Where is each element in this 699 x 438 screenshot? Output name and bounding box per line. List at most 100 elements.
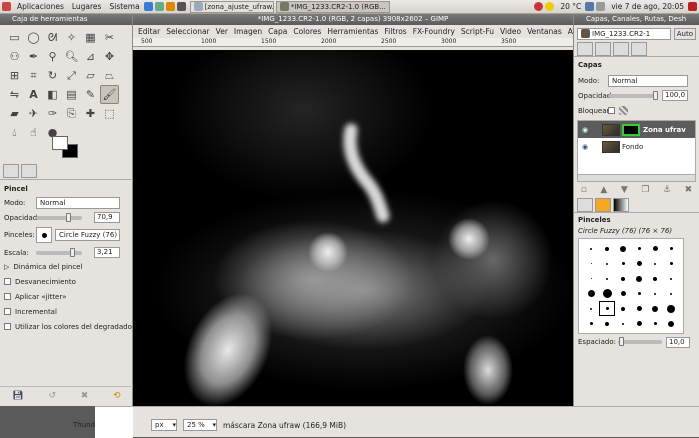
brush-name-field[interactable]: Circle Fuzzy (76): [55, 229, 120, 241]
tab-brushes[interactable]: [577, 198, 593, 212]
menu-editar[interactable]: Editar: [135, 27, 163, 36]
check-gradient[interactable]: [4, 323, 11, 330]
measure-icon[interactable]: ⊿: [81, 47, 100, 66]
brush-thumb[interactable]: [583, 256, 599, 271]
eye-icon[interactable]: ◉: [582, 143, 594, 151]
opacity-spin[interactable]: 70,9: [94, 212, 120, 223]
layer-thumbnail[interactable]: [602, 140, 620, 153]
perspective-icon[interactable]: ⏢: [100, 66, 119, 85]
spacing-spin[interactable]: 10,0: [666, 336, 690, 348]
foreground-select-icon[interactable]: ⚇: [5, 47, 24, 66]
check-jitter[interactable]: [4, 293, 11, 300]
brush-thumb[interactable]: [583, 316, 599, 331]
image-canvas[interactable]: [133, 50, 573, 406]
brush-thumb[interactable]: [663, 286, 679, 301]
brush-thumb[interactable]: [599, 301, 615, 316]
save-options-icon[interactable]: 💾︎: [12, 391, 23, 401]
fuzzy-select-icon[interactable]: ✧: [62, 28, 81, 47]
brush-thumb[interactable]: [615, 241, 631, 256]
layer-row-zona-ufraw[interactable]: ◉ Zona ufrav: [578, 121, 695, 138]
brush-thumb[interactable]: [647, 271, 663, 286]
zoom-select[interactable]: 25 % ▾: [183, 419, 217, 431]
lower-layer-icon[interactable]: ▼: [621, 185, 628, 195]
delete-layer-icon[interactable]: ✖: [685, 185, 693, 195]
menu-filtros[interactable]: Filtros: [381, 27, 409, 36]
brush-thumb[interactable]: [647, 301, 663, 316]
pencil-icon[interactable]: ✎: [81, 85, 100, 104]
new-layer-icon[interactable]: ▫: [581, 185, 587, 195]
zoom-icon[interactable]: 🔍︎: [62, 47, 81, 66]
brush-thumb[interactable]: [599, 316, 615, 331]
brush-thumb[interactable]: [615, 256, 631, 271]
network-icon[interactable]: [585, 2, 595, 11]
eye-icon[interactable]: ◉: [582, 126, 594, 134]
ellipse-select-icon[interactable]: ◯: [24, 28, 43, 47]
clock[interactable]: vie 7 de ago, 20:05: [607, 2, 688, 11]
menu-video[interactable]: Video: [497, 27, 524, 36]
text-tool-icon[interactable]: A: [24, 85, 43, 104]
opacity-slider[interactable]: [36, 212, 82, 222]
brush-thumb[interactable]: [583, 286, 599, 301]
tab-channels[interactable]: [595, 42, 611, 56]
reset-options-icon[interactable]: ⟲: [113, 391, 121, 401]
color-select-icon[interactable]: ▦: [81, 28, 100, 47]
brush-thumb[interactable]: [647, 286, 663, 301]
duplicate-layer-icon[interactable]: ❐: [641, 185, 649, 195]
weather-temp[interactable]: 20 °C: [556, 2, 585, 11]
slider-handle[interactable]: [653, 90, 658, 100]
tab-undo[interactable]: [631, 42, 647, 56]
brush-thumb[interactable]: [615, 316, 631, 331]
layer-opacity-spin[interactable]: 100,0: [662, 90, 688, 101]
layer-name[interactable]: Fondo: [622, 143, 643, 151]
menu-sistema[interactable]: Sistema: [105, 2, 143, 11]
lock-alpha-check[interactable]: [608, 107, 615, 114]
expander-arrow-icon[interactable]: ▷: [4, 263, 9, 271]
menu-script-fu[interactable]: Script-Fu: [458, 27, 497, 36]
flip-icon[interactable]: ⇋: [5, 85, 24, 104]
rect-select-icon[interactable]: ▭: [5, 28, 24, 47]
anchor-layer-icon[interactable]: ⚓︎: [663, 185, 671, 195]
slider-handle[interactable]: [619, 337, 625, 346]
brush-grid[interactable]: [578, 238, 684, 334]
menu-imagen[interactable]: Imagen: [231, 27, 265, 36]
tab-paths[interactable]: [613, 42, 629, 56]
layer-row-fondo[interactable]: ◉ Fondo: [578, 138, 695, 155]
unit-select[interactable]: px ▾: [151, 419, 177, 431]
check-jitter-label[interactable]: Aplicar «jitter»: [15, 293, 67, 301]
horizontal-ruler[interactable]: 500 1000 1500 2000 2500 3000 3500: [133, 38, 573, 47]
brush-thumb[interactable]: [615, 301, 631, 316]
menu-ver[interactable]: Ver: [213, 27, 231, 36]
clone-icon[interactable]: ⎘: [62, 104, 81, 123]
tab-device-status[interactable]: [21, 164, 37, 178]
brush-thumb[interactable]: [663, 271, 679, 286]
brush-thumb[interactable]: [599, 241, 615, 256]
layer-thumbnail[interactable]: [602, 123, 620, 136]
perspective-clone-icon[interactable]: ⬚: [100, 104, 119, 123]
heal-icon[interactable]: ✚: [81, 104, 100, 123]
paths-icon[interactable]: ✒: [24, 47, 43, 66]
tab-tool-options[interactable]: [3, 164, 19, 178]
spacing-slider[interactable]: [618, 337, 662, 346]
color-swatches[interactable]: [52, 136, 80, 158]
blend-icon[interactable]: ▤: [62, 85, 81, 104]
layer-list[interactable]: ◉ Zona ufrav ◉ Fondo: [577, 120, 696, 182]
check-fade[interactable]: [4, 278, 11, 285]
menu-aplicaciones[interactable]: Aplicaciones: [13, 2, 68, 11]
blur-icon[interactable]: 💧︎: [5, 123, 24, 142]
raise-layer-icon[interactable]: ▲: [600, 185, 607, 195]
browser-launcher-icon[interactable]: [143, 2, 153, 11]
brush-thumb[interactable]: [615, 271, 631, 286]
brush-preview-button[interactable]: [36, 227, 52, 243]
brush-thumb[interactable]: [647, 241, 663, 256]
taskbar-item-1[interactable]: [zona_ajuste_ufraw.sc...: [189, 0, 274, 13]
brush-thumb[interactable]: [663, 256, 679, 271]
tab-patterns[interactable]: [595, 198, 611, 212]
align-icon[interactable]: ⊞: [5, 66, 24, 85]
image-select[interactable]: IMG_1233.CR2-1: [577, 27, 671, 40]
gnome-foot-icon[interactable]: [2, 2, 11, 11]
brush-thumb[interactable]: [631, 316, 647, 331]
paintbrush-icon[interactable]: 🖌︎: [100, 85, 119, 104]
brush-thumb[interactable]: [631, 301, 647, 316]
brush-thumb[interactable]: [631, 286, 647, 301]
layer-mask-thumbnail[interactable]: [622, 123, 640, 136]
